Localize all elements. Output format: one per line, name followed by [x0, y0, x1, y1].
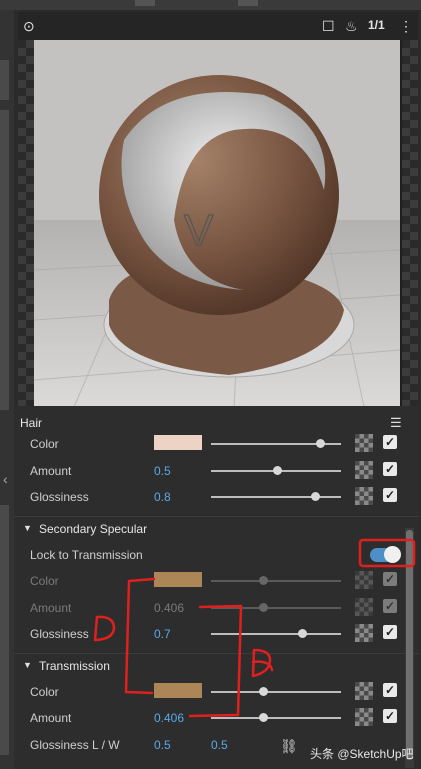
- row-label: Amount: [30, 711, 72, 725]
- value-field[interactable]: 0.406: [154, 601, 184, 615]
- section-title: Transmission: [39, 659, 110, 673]
- enable-checkbox[interactable]: ✓: [383, 435, 397, 449]
- value-slider[interactable]: [211, 629, 341, 638]
- texture-map-icon[interactable]: [355, 571, 373, 589]
- transmission-header[interactable]: ▼ Transmission: [14, 653, 419, 678]
- texture-map-icon[interactable]: [355, 461, 373, 479]
- texture-map-icon[interactable]: [355, 598, 373, 616]
- glossiness-l-field[interactable]: 0.5: [154, 738, 171, 752]
- enable-checkbox[interactable]: ✓: [383, 599, 397, 613]
- scrollbar-thumb[interactable]: [406, 530, 413, 760]
- collapse-arrow-icon[interactable]: ‹: [3, 471, 8, 487]
- value-field[interactable]: 0.8: [154, 490, 171, 504]
- slider-knob[interactable]: [259, 603, 268, 612]
- slider-knob[interactable]: [316, 439, 325, 448]
- lock-toggle[interactable]: [370, 546, 401, 563]
- row-label: Glossiness: [30, 627, 89, 641]
- enable-checkbox[interactable]: ✓: [383, 625, 397, 639]
- secondary-specular-header[interactable]: ▼ Secondary Specular: [14, 516, 419, 541]
- teapot-icon[interactable]: ♨: [345, 18, 358, 35]
- section-title: Hair: [20, 416, 43, 430]
- ratio-label[interactable]: 1/1: [368, 18, 385, 32]
- color-swatch[interactable]: [154, 572, 202, 587]
- value-slider[interactable]: [211, 466, 341, 475]
- secondary-color-row: Color ✓: [14, 568, 419, 594]
- row-label: Color: [30, 437, 59, 451]
- region-render-icon[interactable]: ☐: [322, 18, 335, 35]
- texture-map-icon[interactable]: [355, 708, 373, 726]
- rail-segment: [0, 505, 9, 755]
- link-chain-icon[interactable]: ⛓: [280, 738, 298, 755]
- row-label: Color: [30, 574, 59, 588]
- top-tab[interactable]: [238, 0, 258, 6]
- row-label: Color: [30, 685, 59, 699]
- expand-triangle-icon[interactable]: ▼: [23, 660, 32, 670]
- value-field[interactable]: 0.5: [154, 464, 171, 478]
- rail-segment: [0, 60, 9, 100]
- slider-knob[interactable]: [298, 629, 307, 638]
- checker-border-right: [402, 40, 418, 407]
- value-slider[interactable]: [211, 492, 341, 501]
- top-tab[interactable]: [135, 0, 155, 6]
- row-label: Amount: [30, 601, 72, 615]
- lock-to-transmission-row: Lock to Transmission: [14, 542, 419, 568]
- watermark: 头条 @SketchUp吧: [310, 747, 414, 761]
- enable-checkbox[interactable]: ✓: [383, 488, 397, 502]
- value-slider[interactable]: [211, 603, 341, 612]
- slider-knob[interactable]: [259, 576, 268, 585]
- section-title: Secondary Specular: [39, 522, 148, 536]
- enable-checkbox[interactable]: ✓: [383, 462, 397, 476]
- enable-checkbox[interactable]: ✓: [383, 709, 397, 723]
- eye-dropper-icon[interactable]: ⊙: [23, 18, 35, 35]
- secondary-amount-row: Amount 0.406 ✓: [14, 595, 419, 621]
- row-label: Glossiness L / W: [30, 738, 120, 752]
- hair-color-row: Color ✓: [14, 431, 419, 457]
- material-settings-panel: Hair ☰ Color ✓ Amount 0.5 ✓ Glossiness 0…: [14, 406, 419, 769]
- rail-segment: [0, 110, 9, 410]
- value-slider[interactable]: [211, 576, 341, 585]
- transmission-color-row: Color ✓: [14, 679, 419, 705]
- top-strip: [0, 0, 421, 10]
- texture-map-icon[interactable]: [355, 487, 373, 505]
- value-slider[interactable]: [211, 687, 341, 696]
- value-slider[interactable]: [211, 439, 341, 448]
- more-icon[interactable]: ⋮: [399, 18, 413, 35]
- render-view: V: [34, 40, 400, 407]
- logo-watermark: V: [184, 206, 214, 255]
- texture-map-icon[interactable]: [355, 624, 373, 642]
- slider-knob[interactable]: [311, 492, 320, 501]
- row-label: Glossiness: [30, 490, 89, 504]
- transmission-amount-row: Amount 0.406 ✓: [14, 705, 419, 731]
- row-label: Lock to Transmission: [30, 548, 143, 562]
- hair-glossiness-row: Glossiness 0.8 ✓: [14, 484, 419, 510]
- material-preview: ⊙ ☐ ♨ 1/1 ⋮ V: [18, 12, 418, 407]
- settings-sliders-icon[interactable]: ☰: [390, 415, 402, 431]
- texture-map-icon[interactable]: [355, 434, 373, 452]
- color-swatch[interactable]: [154, 435, 202, 450]
- enable-checkbox[interactable]: ✓: [383, 683, 397, 697]
- value-field[interactable]: 0.7: [154, 627, 171, 641]
- preview-toolbar: ⊙ ☐ ♨ 1/1 ⋮: [18, 12, 418, 40]
- row-label: Amount: [30, 464, 72, 478]
- slider-knob[interactable]: [259, 687, 268, 696]
- slider-knob[interactable]: [259, 713, 268, 722]
- color-swatch[interactable]: [154, 683, 202, 698]
- toggle-knob: [384, 546, 401, 563]
- slider-knob[interactable]: [273, 466, 282, 475]
- secondary-glossiness-row: Glossiness 0.7 ✓: [14, 621, 419, 647]
- value-field[interactable]: 0.406: [154, 711, 184, 725]
- value-slider[interactable]: [211, 713, 341, 722]
- hair-amount-row: Amount 0.5 ✓: [14, 458, 419, 484]
- expand-triangle-icon[interactable]: ▼: [23, 523, 32, 533]
- texture-map-icon[interactable]: [355, 682, 373, 700]
- glossiness-w-field[interactable]: 0.5: [211, 738, 228, 752]
- shader-ball-render: V: [34, 40, 400, 407]
- checker-border-left: [18, 40, 34, 407]
- enable-checkbox[interactable]: ✓: [383, 572, 397, 586]
- left-rail: [0, 10, 14, 769]
